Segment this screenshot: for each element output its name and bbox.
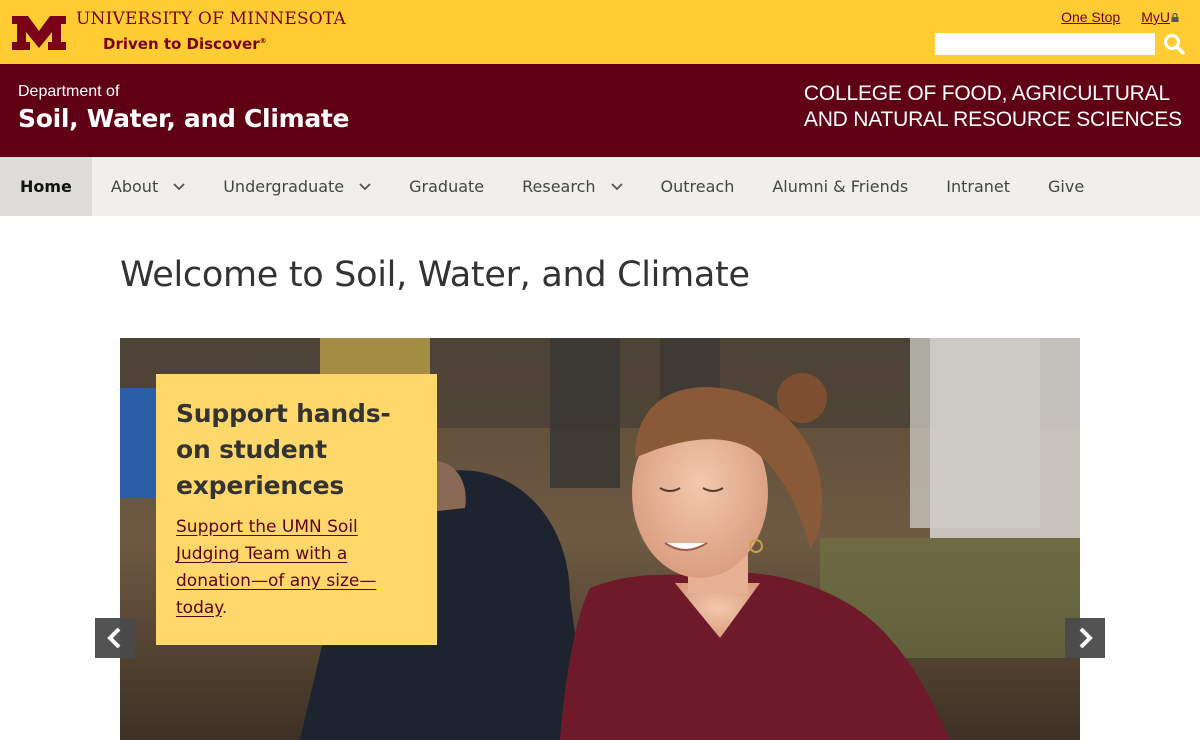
hero-callout: Support hands-on student experiences Sup… bbox=[156, 374, 437, 645]
nav-give[interactable]: Give bbox=[1029, 157, 1103, 216]
chevron-down-icon bbox=[173, 182, 185, 190]
nav-about-label: About bbox=[110, 177, 159, 196]
chevron-right-icon bbox=[1079, 627, 1093, 649]
hero-carousel: Support hands-on student experiences Sup… bbox=[120, 338, 1080, 740]
department-name[interactable]: Soil, Water, and Climate bbox=[18, 104, 350, 133]
nav-alumni-friends[interactable]: Alumni & Friends bbox=[753, 157, 927, 216]
tagline-text: Driven to Discover bbox=[103, 35, 260, 53]
search-icon[interactable] bbox=[1160, 32, 1188, 56]
chevron-left-icon bbox=[107, 627, 121, 649]
chevron-down-icon bbox=[610, 182, 623, 190]
block-m-logo[interactable] bbox=[10, 14, 68, 52]
carousel-next-button[interactable] bbox=[1065, 618, 1105, 658]
registered-mark: ® bbox=[259, 37, 267, 45]
lock-icon bbox=[1171, 13, 1179, 22]
university-header: UNIVERSITY OF MINNESOTA Driven to Discov… bbox=[0, 0, 1200, 64]
nav-research[interactable]: Research bbox=[503, 157, 641, 216]
nav-about[interactable]: About bbox=[92, 157, 204, 216]
nav-home-label: Home bbox=[20, 177, 72, 196]
chevron-down-icon bbox=[359, 182, 371, 190]
nav-home[interactable]: Home bbox=[0, 157, 92, 216]
utility-links: One Stop MyU bbox=[1061, 9, 1179, 25]
nav-alumni-friends-label: Alumni & Friends bbox=[772, 177, 909, 196]
nav-outreach-label: Outreach bbox=[660, 177, 735, 196]
page-title: Welcome to Soil, Water, and Climate bbox=[120, 255, 750, 295]
nav-graduate[interactable]: Graduate bbox=[390, 157, 503, 216]
callout-body: Support the UMN Soil Judging Team with a… bbox=[176, 514, 406, 622]
nav-research-label: Research bbox=[522, 177, 596, 196]
nav-outreach[interactable]: Outreach bbox=[642, 157, 754, 216]
department-prefix: Department of bbox=[18, 83, 120, 100]
myu-label: MyU bbox=[1141, 9, 1170, 25]
nav-undergraduate[interactable]: Undergraduate bbox=[204, 157, 390, 216]
tagline: Driven to Discover® bbox=[103, 35, 267, 53]
university-name: UNIVERSITY OF MINNESOTA bbox=[76, 9, 347, 29]
main-nav: Home About Undergraduate Graduate Resear… bbox=[0, 157, 1200, 216]
college-line-2: AND NATURAL RESOURCE SCIENCES bbox=[803, 108, 1182, 131]
myu-link[interactable]: MyU bbox=[1141, 9, 1179, 25]
search-input[interactable] bbox=[935, 33, 1155, 55]
university-wordmark[interactable]: UNIVERSITY OF MINNESOTA Driven to Discov… bbox=[76, 9, 347, 53]
nav-undergraduate-label: Undergraduate bbox=[223, 177, 345, 196]
college-line-1: COLLEGE OF FOOD, AGRICULTURAL bbox=[803, 82, 1170, 105]
callout-title: Support hands-on student experiences bbox=[176, 399, 391, 500]
nav-intranet[interactable]: Intranet bbox=[927, 157, 1029, 216]
nav-graduate-label: Graduate bbox=[409, 177, 485, 196]
donate-link[interactable]: Support the UMN Soil Judging Team with a… bbox=[176, 517, 376, 618]
carousel-prev-button[interactable] bbox=[95, 618, 135, 658]
nav-intranet-label: Intranet bbox=[946, 177, 1011, 196]
college-name[interactable]: COLLEGE OF FOOD, AGRICULTURAL AND NATURA… bbox=[804, 81, 1182, 133]
one-stop-link[interactable]: One Stop bbox=[1061, 9, 1120, 25]
callout-tail: . bbox=[221, 598, 228, 618]
nav-give-label: Give bbox=[1048, 177, 1085, 196]
department-banner: Department of Soil, Water, and Climate C… bbox=[0, 64, 1200, 157]
